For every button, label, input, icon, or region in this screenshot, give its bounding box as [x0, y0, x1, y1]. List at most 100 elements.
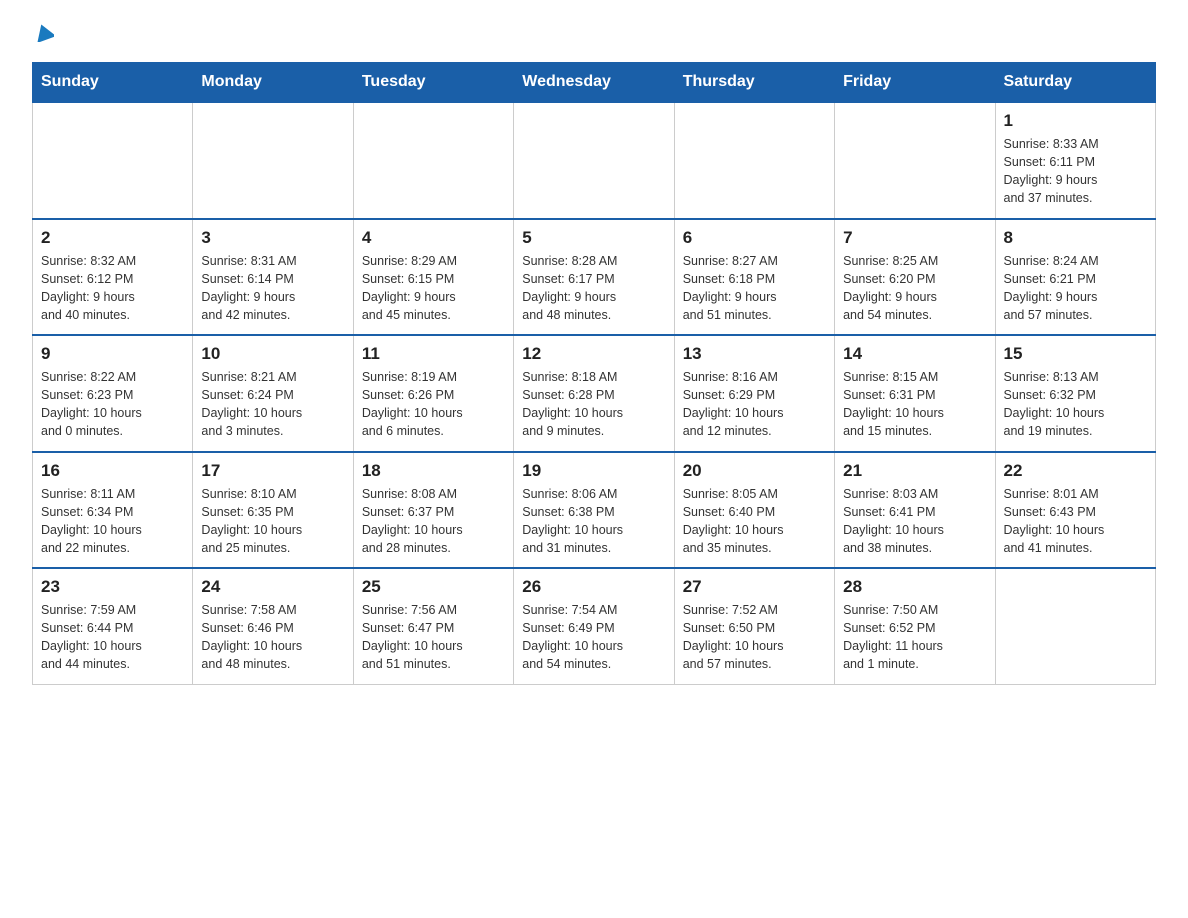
calendar-cell: 5 Sunrise: 8:28 AM Sunset: 6:17 PM Daylig…: [514, 219, 674, 336]
day-number: 17: [201, 461, 344, 481]
calendar-cell: 20 Sunrise: 8:05 AM Sunset: 6:40 PM Dayli…: [674, 452, 834, 569]
weekday-header-monday: Monday: [193, 63, 353, 103]
calendar-cell: 26 Sunrise: 7:54 AM Sunset: 6:49 PM Dayli…: [514, 568, 674, 684]
day-info: Sunrise: 8:32 AM Sunset: 6:12 PM Dayligh…: [41, 252, 184, 325]
calendar-cell: 12 Sunrise: 8:18 AM Sunset: 6:28 PM Dayli…: [514, 335, 674, 452]
day-number: 8: [1004, 228, 1147, 248]
calendar-cell: 17Sunrise: 8:10 AM Sunset: 6:35 PM Dayli…: [193, 452, 353, 569]
day-number: 23: [41, 577, 184, 597]
day-info: Sunrise: 8:19 AM Sunset: 6:26 PM Dayligh…: [362, 368, 505, 441]
day-number: 27: [683, 577, 826, 597]
weekday-header-saturday: Saturday: [995, 63, 1155, 103]
calendar-cell: 10 Sunrise: 8:21 AM Sunset: 6:24 PM Dayli…: [193, 335, 353, 452]
day-info: Sunrise: 8:08 AM Sunset: 6:37 PM Dayligh…: [362, 485, 505, 558]
calendar-cell: 16 Sunrise: 8:11 AM Sunset: 6:34 PM Dayli…: [33, 452, 193, 569]
day-info: Sunrise: 8:33 AM Sunset: 6:11 PM Dayligh…: [1004, 135, 1147, 208]
day-number: 1: [1004, 111, 1147, 131]
calendar-cell: 14 Sunrise: 8:15 AM Sunset: 6:31 PM Dayli…: [835, 335, 995, 452]
day-info: Sunrise: 7:59 AM Sunset: 6:44 PM Dayligh…: [41, 601, 184, 674]
weekday-header-row: SundayMondayTuesdayWednesdayThursdayFrid…: [33, 63, 1156, 103]
day-number: 16: [41, 461, 184, 481]
day-number: 20: [683, 461, 826, 481]
weekday-header-sunday: Sunday: [33, 63, 193, 103]
day-number: 24: [201, 577, 344, 597]
week-row-1: 1 Sunrise: 8:33 AM Sunset: 6:11 PM Daylig…: [33, 102, 1156, 219]
weekday-header-tuesday: Tuesday: [353, 63, 513, 103]
calendar-cell: 21Sunrise: 8:03 AM Sunset: 6:41 PM Dayli…: [835, 452, 995, 569]
calendar-cell: 22 Sunrise: 8:01 AM Sunset: 6:43 PM Dayli…: [995, 452, 1155, 569]
calendar-cell: [514, 102, 674, 219]
day-number: 14: [843, 344, 986, 364]
week-row-5: 23 Sunrise: 7:59 AM Sunset: 6:44 PM Dayli…: [33, 568, 1156, 684]
day-number: 22: [1004, 461, 1147, 481]
weekday-header-friday: Friday: [835, 63, 995, 103]
day-info: Sunrise: 8:11 AM Sunset: 6:34 PM Dayligh…: [41, 485, 184, 558]
calendar-cell: 9 Sunrise: 8:22 AM Sunset: 6:23 PM Daylig…: [33, 335, 193, 452]
calendar-cell: 2 Sunrise: 8:32 AM Sunset: 6:12 PM Daylig…: [33, 219, 193, 336]
day-number: 9: [41, 344, 184, 364]
day-info: Sunrise: 7:58 AM Sunset: 6:46 PM Dayligh…: [201, 601, 344, 674]
day-info: Sunrise: 8:21 AM Sunset: 6:24 PM Dayligh…: [201, 368, 344, 441]
day-info: Sunrise: 8:06 AM Sunset: 6:38 PM Dayligh…: [522, 485, 665, 558]
calendar-cell: [995, 568, 1155, 684]
day-info: Sunrise: 8:05 AM Sunset: 6:40 PM Dayligh…: [683, 485, 826, 558]
day-info: Sunrise: 8:01 AM Sunset: 6:43 PM Dayligh…: [1004, 485, 1147, 558]
day-info: Sunrise: 8:24 AM Sunset: 6:21 PM Dayligh…: [1004, 252, 1147, 325]
calendar-cell: 4 Sunrise: 8:29 AM Sunset: 6:15 PM Daylig…: [353, 219, 513, 336]
day-info: Sunrise: 8:13 AM Sunset: 6:32 PM Dayligh…: [1004, 368, 1147, 441]
calendar-cell: [33, 102, 193, 219]
day-info: Sunrise: 8:03 AM Sunset: 6:41 PM Dayligh…: [843, 485, 986, 558]
day-number: 26: [522, 577, 665, 597]
calendar-table: SundayMondayTuesdayWednesdayThursdayFrid…: [32, 62, 1156, 685]
day-info: Sunrise: 8:18 AM Sunset: 6:28 PM Dayligh…: [522, 368, 665, 441]
day-info: Sunrise: 8:28 AM Sunset: 6:17 PM Dayligh…: [522, 252, 665, 325]
day-number: 7: [843, 228, 986, 248]
day-number: 3: [201, 228, 344, 248]
calendar-cell: 19Sunrise: 8:06 AM Sunset: 6:38 PM Dayli…: [514, 452, 674, 569]
weekday-header-thursday: Thursday: [674, 63, 834, 103]
day-info: Sunrise: 8:15 AM Sunset: 6:31 PM Dayligh…: [843, 368, 986, 441]
calendar-cell: 13 Sunrise: 8:16 AM Sunset: 6:29 PM Dayli…: [674, 335, 834, 452]
day-info: Sunrise: 8:31 AM Sunset: 6:14 PM Dayligh…: [201, 252, 344, 325]
day-number: 11: [362, 344, 505, 364]
day-number: 2: [41, 228, 184, 248]
calendar-cell: 15 Sunrise: 8:13 AM Sunset: 6:32 PM Dayli…: [995, 335, 1155, 452]
week-row-4: 16 Sunrise: 8:11 AM Sunset: 6:34 PM Dayli…: [33, 452, 1156, 569]
weekday-header-wednesday: Wednesday: [514, 63, 674, 103]
calendar-cell: 3 Sunrise: 8:31 AM Sunset: 6:14 PM Daylig…: [193, 219, 353, 336]
day-info: Sunrise: 7:50 AM Sunset: 6:52 PM Dayligh…: [843, 601, 986, 674]
day-info: Sunrise: 7:54 AM Sunset: 6:49 PM Dayligh…: [522, 601, 665, 674]
calendar-cell: 25Sunrise: 7:56 AM Sunset: 6:47 PM Dayli…: [353, 568, 513, 684]
logo-triangle-icon: [34, 22, 54, 42]
day-info: Sunrise: 8:27 AM Sunset: 6:18 PM Dayligh…: [683, 252, 826, 325]
calendar-cell: 7Sunrise: 8:25 AM Sunset: 6:20 PM Daylig…: [835, 219, 995, 336]
day-number: 15: [1004, 344, 1147, 364]
calendar-cell: [193, 102, 353, 219]
day-info: Sunrise: 8:16 AM Sunset: 6:29 PM Dayligh…: [683, 368, 826, 441]
day-number: 10: [201, 344, 344, 364]
calendar-body: 1 Sunrise: 8:33 AM Sunset: 6:11 PM Daylig…: [33, 102, 1156, 684]
calendar-cell: 11 Sunrise: 8:19 AM Sunset: 6:26 PM Dayli…: [353, 335, 513, 452]
day-number: 5: [522, 228, 665, 248]
day-number: 28: [843, 577, 986, 597]
day-number: 25: [362, 577, 505, 597]
week-row-2: 2 Sunrise: 8:32 AM Sunset: 6:12 PM Daylig…: [33, 219, 1156, 336]
calendar-cell: [835, 102, 995, 219]
calendar-cell: 1 Sunrise: 8:33 AM Sunset: 6:11 PM Daylig…: [995, 102, 1155, 219]
calendar-cell: 6 Sunrise: 8:27 AM Sunset: 6:18 PM Daylig…: [674, 219, 834, 336]
calendar-cell: [353, 102, 513, 219]
day-number: 12: [522, 344, 665, 364]
calendar-cell: 27 Sunrise: 7:52 AM Sunset: 6:50 PM Dayli…: [674, 568, 834, 684]
calendar-cell: 28 Sunrise: 7:50 AM Sunset: 6:52 PM Dayli…: [835, 568, 995, 684]
day-info: Sunrise: 7:52 AM Sunset: 6:50 PM Dayligh…: [683, 601, 826, 674]
day-number: 13: [683, 344, 826, 364]
day-number: 4: [362, 228, 505, 248]
calendar-cell: 8 Sunrise: 8:24 AM Sunset: 6:21 PM Daylig…: [995, 219, 1155, 336]
calendar-header: SundayMondayTuesdayWednesdayThursdayFrid…: [33, 63, 1156, 103]
week-row-3: 9 Sunrise: 8:22 AM Sunset: 6:23 PM Daylig…: [33, 335, 1156, 452]
day-info: Sunrise: 8:29 AM Sunset: 6:15 PM Dayligh…: [362, 252, 505, 325]
day-info: Sunrise: 8:22 AM Sunset: 6:23 PM Dayligh…: [41, 368, 184, 441]
day-number: 6: [683, 228, 826, 248]
logo: [32, 24, 54, 44]
calendar-cell: 18Sunrise: 8:08 AM Sunset: 6:37 PM Dayli…: [353, 452, 513, 569]
